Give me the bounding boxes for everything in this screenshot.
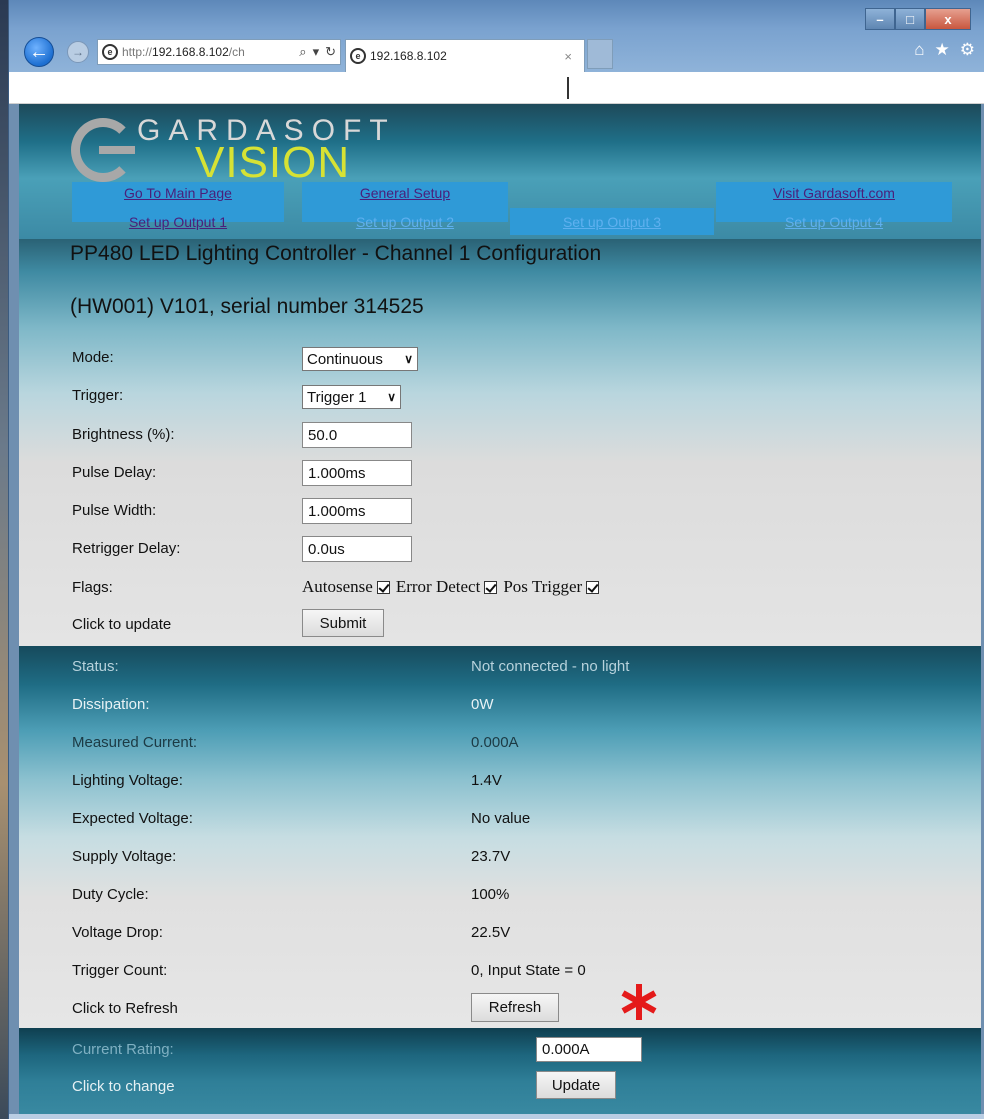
error-detect-checkbox[interactable] xyxy=(484,580,498,594)
command-bar xyxy=(9,72,984,104)
trigger-count-label: Trigger Count: xyxy=(72,962,168,979)
pos-trigger-label: Pos Trigger xyxy=(503,577,583,596)
setup-output-2-link[interactable]: Set up Output 2 xyxy=(302,209,508,235)
autosense-checkbox[interactable] xyxy=(376,580,390,594)
gardasoft-logo: GARDASOFT VISION xyxy=(71,112,388,187)
click-to-refresh-label: Click to Refresh xyxy=(72,1000,178,1017)
measured-current-value: 0.000A xyxy=(471,734,519,751)
mode-value: Continuous xyxy=(307,350,383,368)
brightness-label: Brightness (%): xyxy=(72,426,175,443)
url-host: 192.168.8.102 xyxy=(152,45,229,59)
pulse-width-input[interactable] xyxy=(302,498,412,524)
trigger-select[interactable]: Trigger 1 ∨ xyxy=(302,385,401,409)
voltage-drop-value: 22.5V xyxy=(471,924,511,941)
pulse-width-label: Pulse Width: xyxy=(72,502,157,519)
asterisk-icon xyxy=(621,984,657,1020)
expected-voltage-value: No value xyxy=(471,810,531,827)
measured-current-label: Measured Current: xyxy=(72,734,198,751)
refresh-icon[interactable]: ↻ xyxy=(325,44,336,60)
update-button[interactable]: Update xyxy=(536,1071,616,1099)
status-bar xyxy=(9,1114,984,1119)
refresh-button[interactable]: Refresh xyxy=(471,993,559,1022)
click-to-change-label: Click to change xyxy=(72,1078,175,1095)
click-to-update-label: Click to update xyxy=(72,616,172,633)
text-caret xyxy=(567,77,569,99)
lighting-voltage-label: Lighting Voltage: xyxy=(72,772,183,789)
new-tab-button[interactable] xyxy=(587,39,613,69)
title-bar: – □ x ← → e http://192.168.8.102/ch ⌕ ▾ … xyxy=(9,0,984,72)
address-tools: ⌕ ▾ ↻ xyxy=(299,44,340,60)
pulse-delay-input[interactable] xyxy=(302,460,412,486)
back-button[interactable]: ← xyxy=(24,37,54,67)
duty-cycle-value: 100% xyxy=(471,886,510,903)
supply-voltage-value: 23.7V xyxy=(471,848,511,865)
retrigger-delay-input[interactable] xyxy=(302,536,412,562)
tab-site-icon: e xyxy=(350,48,366,64)
forward-button[interactable]: → xyxy=(67,41,89,63)
duty-cycle-label: Duty Cycle: xyxy=(72,886,149,903)
pos-trigger-checkbox[interactable] xyxy=(586,580,600,594)
header-band: GARDASOFT VISION Go To Main Page General… xyxy=(19,104,981,239)
voltage-drop-label: Voltage Drop: xyxy=(72,924,163,941)
arrow-right-icon: → xyxy=(72,45,84,59)
flags-label: Flags: xyxy=(72,579,113,596)
trigger-count-value: 0, Input State = 0 xyxy=(471,962,586,979)
tab-title: 192.168.8.102 xyxy=(370,49,447,63)
url-prefix: http:// xyxy=(122,45,153,59)
web-page: GARDASOFT VISION Go To Main Page General… xyxy=(19,104,981,1114)
browser-tab[interactable]: e 192.168.8.102 × xyxy=(345,39,585,72)
maximize-button[interactable]: □ xyxy=(895,8,925,30)
expected-voltage-label: Expected Voltage: xyxy=(72,810,193,827)
url-path: /ch xyxy=(228,45,245,59)
error-detect-label: Error Detect xyxy=(395,577,481,596)
serial-number: (HW001) V101, serial number 314525 xyxy=(70,295,424,318)
mode-select[interactable]: Continuous ∨ xyxy=(302,347,418,371)
chevron-down-icon: ∨ xyxy=(387,390,396,404)
retrigger-delay-label: Retrigger Delay: xyxy=(72,540,181,557)
search-icon[interactable]: ⌕ xyxy=(299,44,306,60)
lighting-voltage-value: 1.4V xyxy=(471,772,502,789)
window-controls: – □ x xyxy=(865,8,971,30)
arrow-left-icon: ← xyxy=(29,40,49,63)
logo-text-bottom: VISION xyxy=(195,138,351,187)
status-value: Not connected - no light xyxy=(471,658,630,675)
autosense-label: Autosense xyxy=(302,577,373,596)
mode-label: Mode: xyxy=(72,349,114,366)
tab-close-icon[interactable]: × xyxy=(564,49,572,64)
chevron-down-icon: ∨ xyxy=(404,352,413,366)
home-icon[interactable]: ⌂ xyxy=(914,40,924,60)
dissipation-label: Dissipation: xyxy=(72,696,150,713)
pulse-delay-label: Pulse Delay: xyxy=(72,464,157,481)
current-rating-input[interactable] xyxy=(536,1037,642,1062)
site-icon: e xyxy=(102,44,118,60)
page-title: PP480 LED Lighting Controller - Channel … xyxy=(70,242,602,265)
address-bar[interactable]: e http://192.168.8.102/ch ⌕ ▾ ↻ xyxy=(97,39,341,65)
browser-window: – □ x ← → e http://192.168.8.102/ch ⌕ ▾ … xyxy=(8,0,984,1119)
setup-output-4-link[interactable]: Set up Output 4 xyxy=(716,209,952,235)
dissipation-value: 0W xyxy=(471,696,494,713)
flags-group: Autosense Error Detect Pos Trigger xyxy=(302,577,605,597)
trigger-label: Trigger: xyxy=(72,387,124,404)
browser-toolbar-icons: ⌂ ★ ⚙ xyxy=(914,40,975,60)
current-rating-label: Current Rating: xyxy=(72,1041,174,1058)
close-button[interactable]: x xyxy=(925,8,971,30)
trigger-value: Trigger 1 xyxy=(307,388,367,406)
settings-gear-icon[interactable]: ⚙ xyxy=(960,40,975,60)
brightness-input[interactable] xyxy=(302,422,412,448)
submit-button[interactable]: Submit xyxy=(302,609,384,637)
minimize-button[interactable]: – xyxy=(865,8,895,30)
supply-voltage-label: Supply Voltage: xyxy=(72,848,177,865)
setup-output-3-link[interactable]: Set up Output 3 xyxy=(510,208,714,235)
favorites-star-icon[interactable]: ★ xyxy=(935,40,950,60)
dropdown-icon[interactable]: ▾ xyxy=(313,44,320,60)
status-label: Status: xyxy=(72,658,119,675)
setup-output-1-link[interactable]: Set up Output 1 xyxy=(72,209,284,235)
